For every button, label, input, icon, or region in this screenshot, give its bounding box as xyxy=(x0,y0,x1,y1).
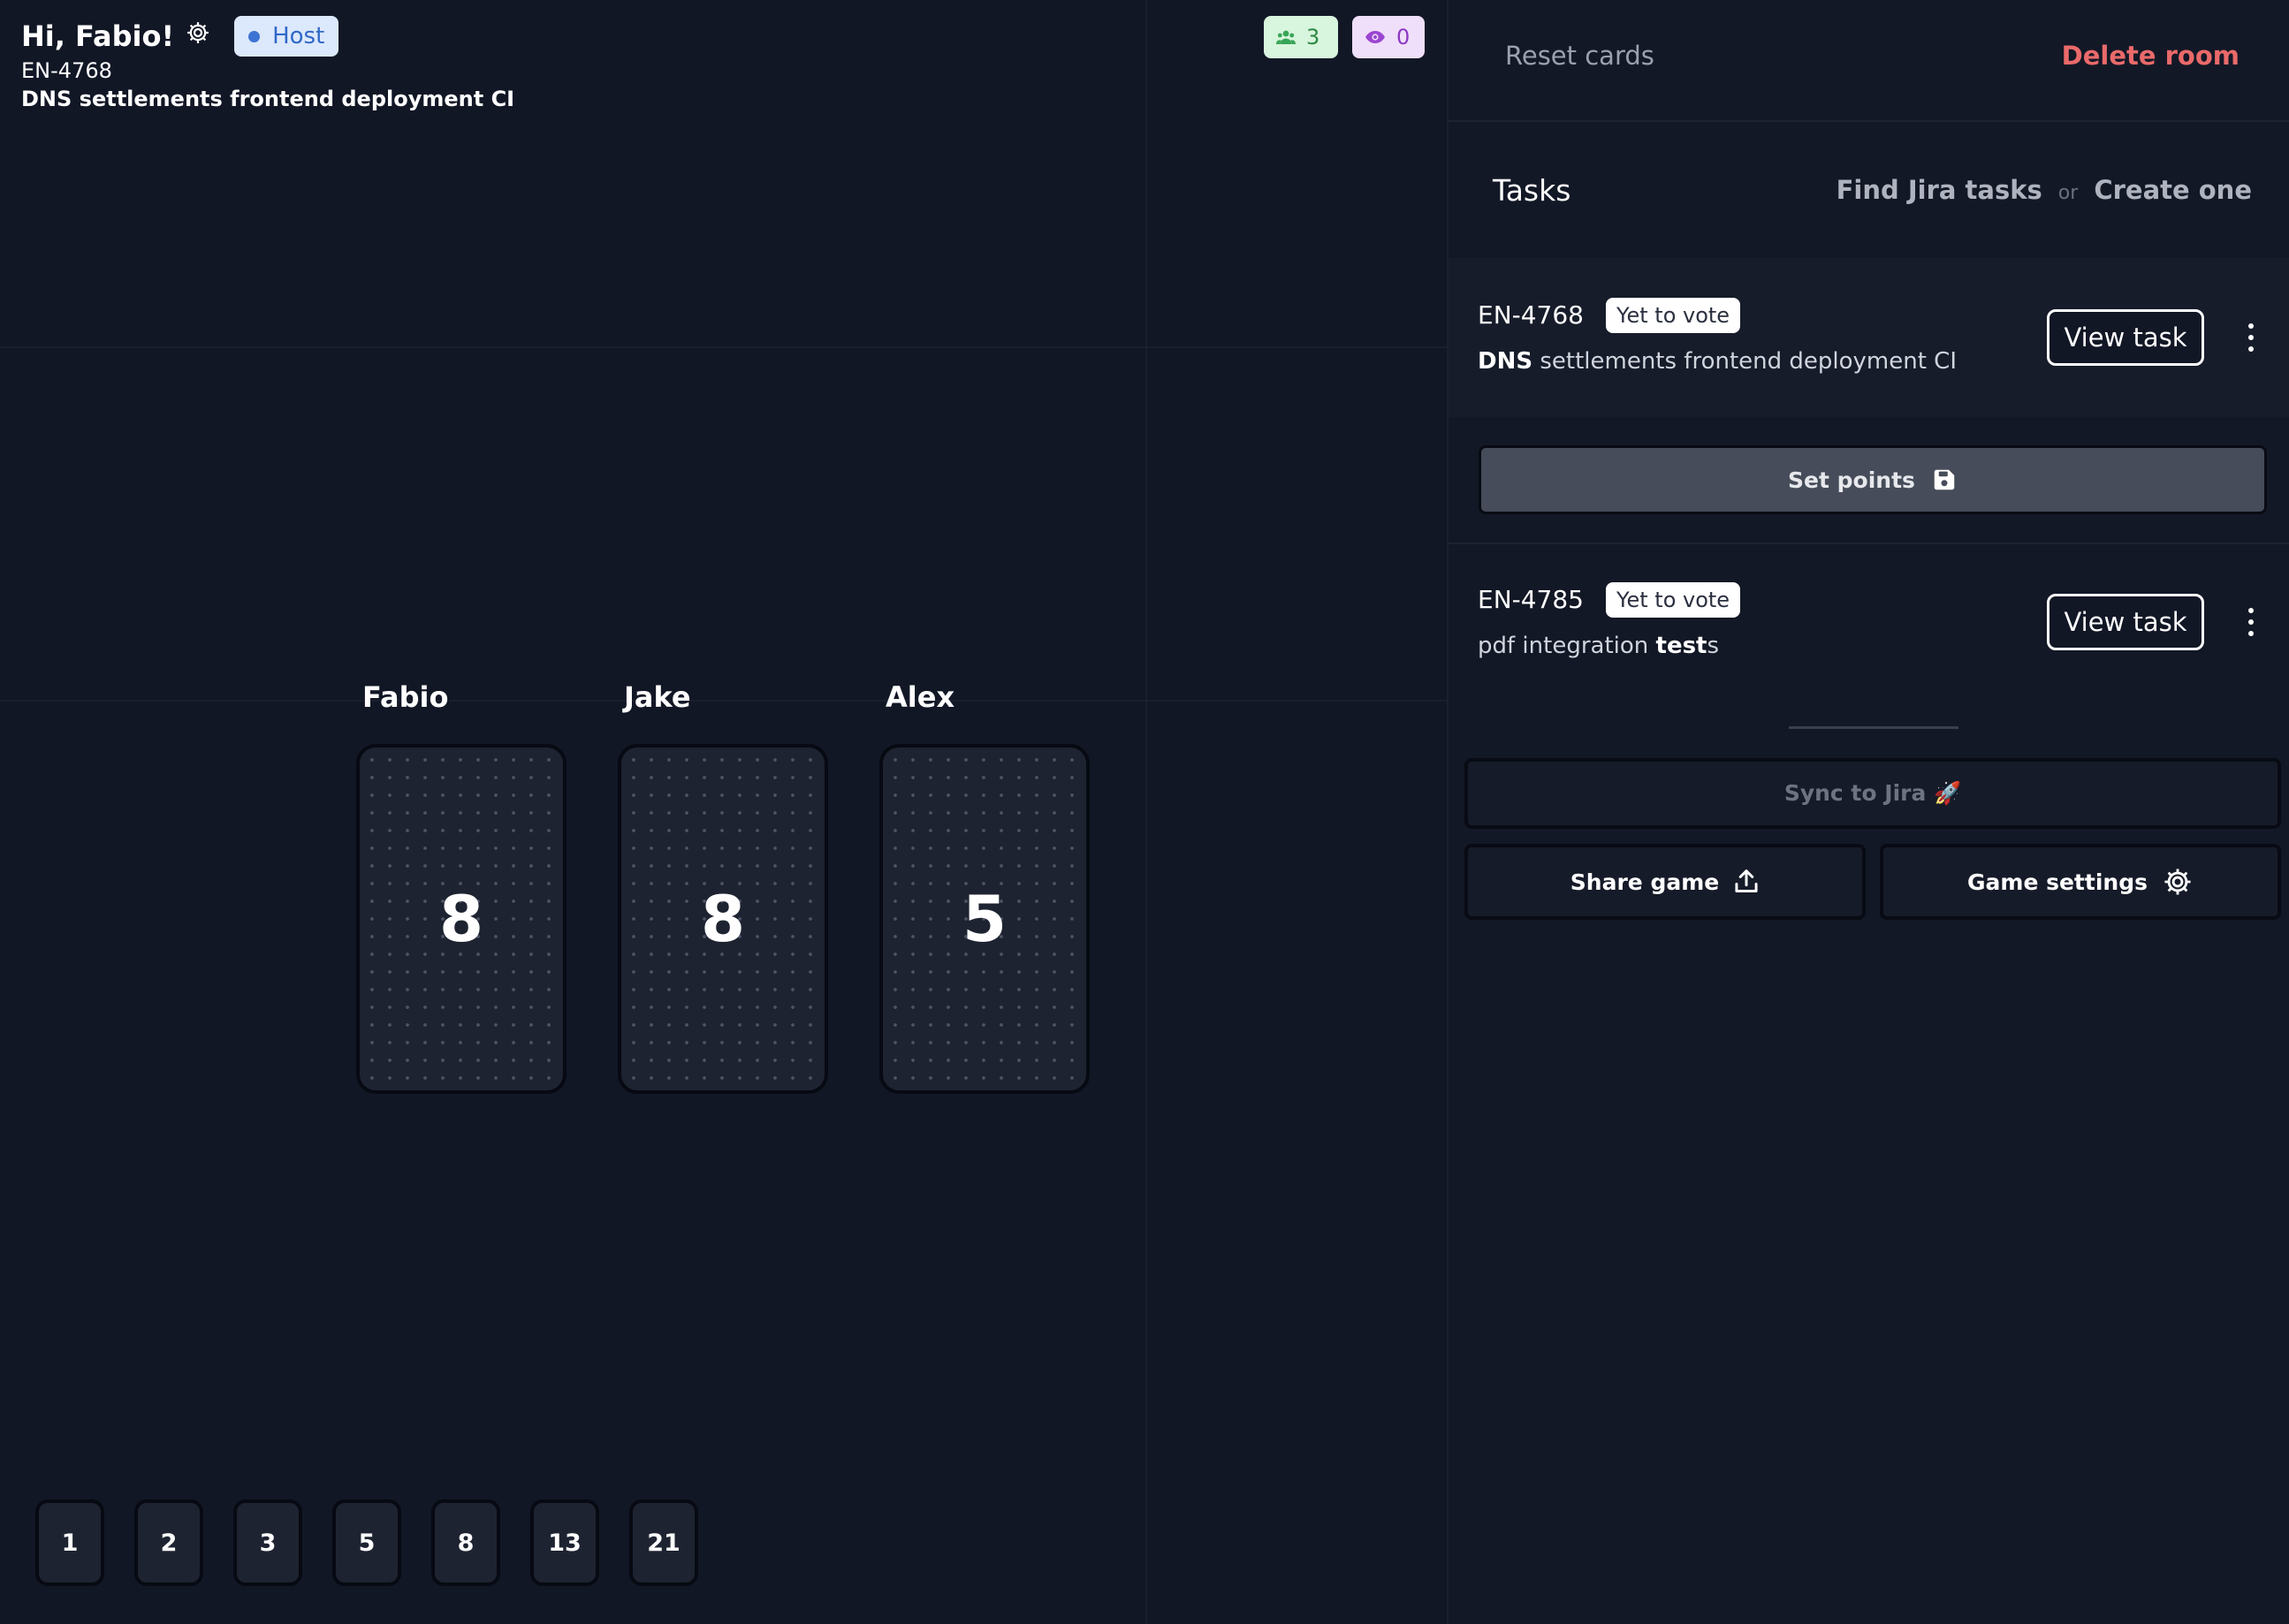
delete-room-button[interactable]: Delete room xyxy=(2062,41,2240,71)
current-task-key: EN-4768 xyxy=(21,58,112,83)
player-card: 8 xyxy=(356,744,567,1094)
gear-icon xyxy=(2164,869,2191,895)
eye-icon xyxy=(1365,31,1385,43)
task-title-bold: DNS xyxy=(1478,348,1533,375)
app-root: Hi, Fabio! Host EN-4768 DNS settlements … xyxy=(0,0,2289,1624)
tasks-heading: Tasks xyxy=(1493,173,1571,208)
host-dot-icon xyxy=(248,30,261,42)
task-title-rest: settlements frontend deployment CI xyxy=(1532,348,1957,375)
viewers-count-badge[interactable]: 0 xyxy=(1352,16,1425,58)
reset-cards-button[interactable]: Reset cards xyxy=(1505,41,1654,71)
player-name: Alex xyxy=(886,680,955,714)
task-title: DNS settlements frontend deployment CI xyxy=(1478,348,1957,375)
game-area: Hi, Fabio! Host EN-4768 DNS settlements … xyxy=(0,0,1447,1624)
player-card: 5 xyxy=(879,744,1090,1094)
room-actions-bar: Reset cards Delete room xyxy=(1449,0,2289,122)
status-badge: Yet to vote xyxy=(1606,298,1741,333)
tasks-panel: Reset cards Delete room Tasks Find Jira … xyxy=(1447,0,2289,1624)
game-settings-button[interactable]: Game settings xyxy=(1880,844,2281,920)
players-count: 3 xyxy=(1306,25,1320,49)
users-icon xyxy=(1276,30,1296,44)
upload-share-icon xyxy=(1735,869,1758,892)
current-task-title-rest: settlements frontend deployment CI xyxy=(72,87,515,111)
player-card: 8 xyxy=(618,744,828,1094)
game-settings-label: Game settings xyxy=(1967,869,2148,895)
viewers-count: 0 xyxy=(1396,25,1411,49)
deck-card-2[interactable]: 2 xyxy=(134,1499,203,1586)
deck-card-1[interactable]: 1 xyxy=(35,1499,104,1586)
player-card-value: 8 xyxy=(438,882,484,956)
set-points-button[interactable]: Set points xyxy=(1479,445,2267,514)
deck-card-5[interactable]: 5 xyxy=(332,1499,401,1586)
players-count-badge[interactable]: 3 xyxy=(1264,16,1338,58)
task-title: pdf integration tests xyxy=(1478,633,1719,659)
save-icon xyxy=(1934,469,1955,490)
task-title-post: s xyxy=(1707,633,1720,659)
deck-card-3[interactable]: 3 xyxy=(233,1499,302,1586)
player-name: Fabio xyxy=(362,680,449,714)
greeting-text: Hi, Fabio! xyxy=(21,19,175,53)
view-task-button[interactable]: View task xyxy=(2047,594,2204,650)
view-task-button[interactable]: View task xyxy=(2047,309,2204,366)
task-key: EN-4785 xyxy=(1478,585,1584,614)
deck-card-8[interactable]: 8 xyxy=(431,1499,500,1586)
task-key: EN-4768 xyxy=(1478,300,1584,330)
profile-settings-gear-icon[interactable] xyxy=(185,19,211,46)
host-badge: Host xyxy=(234,16,339,57)
tasks-links: Find Jira tasks or Create one xyxy=(1837,175,2252,205)
set-points-label: Set points xyxy=(1788,467,1915,493)
player-card-value: 8 xyxy=(700,882,746,956)
status-badge: Yet to vote xyxy=(1606,582,1741,618)
current-task-title: DNS settlements frontend deployment CI xyxy=(21,87,514,111)
deck-card-21[interactable]: 21 xyxy=(629,1499,698,1586)
more-options-icon[interactable] xyxy=(2242,320,2260,355)
task-title-bold: test xyxy=(1655,633,1707,659)
share-game-button[interactable]: Share game xyxy=(1464,844,1866,920)
or-separator: or xyxy=(2057,182,2079,204)
share-game-label: Share game xyxy=(1570,869,1720,895)
current-task-title-bold: DNS xyxy=(21,87,72,111)
section-divider xyxy=(1789,726,1958,729)
deck-card-13[interactable]: 13 xyxy=(530,1499,599,1586)
task-title-pre: pdf integration xyxy=(1478,633,1656,659)
task-row[interactable]: EN-4785 Yet to vote pdf integration test… xyxy=(1449,544,2289,700)
task-row[interactable]: EN-4768 Yet to vote DNS settlements fron… xyxy=(1449,258,2289,417)
sync-to-jira-button[interactable]: Sync to Jira 🚀 xyxy=(1464,758,2281,829)
player-name: Jake xyxy=(624,680,691,714)
player-card-value: 5 xyxy=(962,882,1008,956)
more-options-icon[interactable] xyxy=(2242,604,2260,640)
greeting-row: Hi, Fabio! Host xyxy=(21,16,339,57)
find-jira-tasks-link[interactable]: Find Jira tasks xyxy=(1837,175,2042,205)
host-badge-label: Host xyxy=(272,23,325,49)
create-task-link[interactable]: Create one xyxy=(2094,175,2252,205)
